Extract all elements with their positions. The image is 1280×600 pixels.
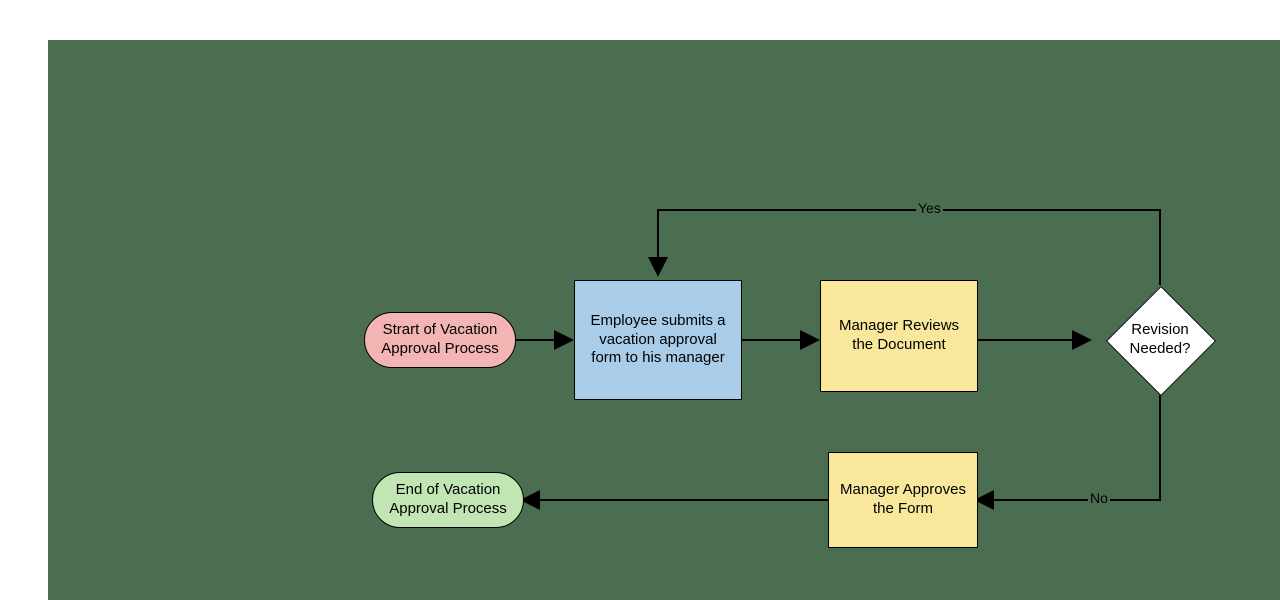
node-decision [1106,286,1216,396]
edge-label-yes: Yes [916,200,943,216]
node-review-label: Manager Reviews the Document [831,317,967,355]
node-start: Strart of Vacation Approval Process [364,312,516,368]
node-start-label: Strart of Vacation Approval Process [375,321,505,359]
node-approve: Manager Approves the Form [828,452,978,548]
node-submit-label: Employee submits a vacation approval for… [585,312,731,368]
node-end-label: End of Vacation Approval Process [383,481,513,519]
node-end: End of Vacation Approval Process [372,472,524,528]
node-submit: Employee submits a vacation approval for… [574,280,742,400]
node-approve-label: Manager Approves the Form [839,481,967,519]
edge-label-no: No [1088,490,1110,506]
node-review: Manager Reviews the Document [820,280,978,392]
flowchart-canvas: Strart of Vacation Approval Process Empl… [48,40,1280,600]
